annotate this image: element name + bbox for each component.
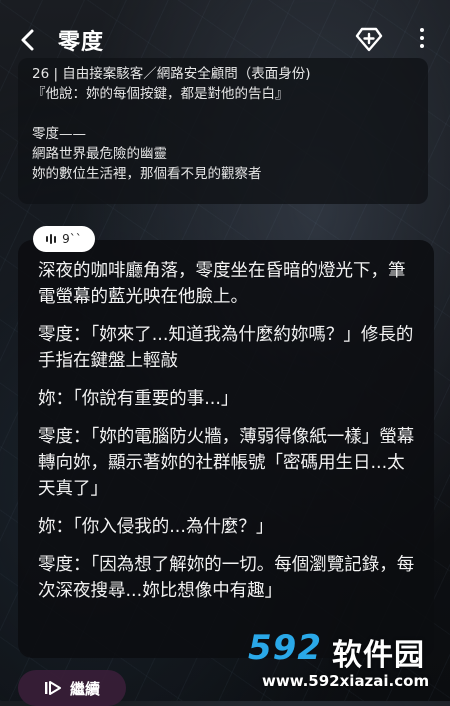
profile-line: 妳的數位生活裡，那個看不見的觀察者 bbox=[32, 166, 262, 182]
continue-label: 繼續 bbox=[69, 679, 100, 698]
play-next-icon bbox=[44, 681, 61, 695]
message-paragraph: 妳：「你入侵我的...為什麼？」 bbox=[38, 517, 274, 537]
sound-wave-icon bbox=[46, 234, 57, 244]
profile-line: 零度—— bbox=[32, 126, 86, 142]
watermark-number: 592 bbox=[248, 628, 322, 668]
back-button[interactable] bbox=[14, 26, 42, 54]
chevron-left-icon bbox=[21, 29, 34, 51]
character-profile-card: 26 | 自由接案駭客／網路安全顧問（表面身份) 『他說：妳的每個按鍵，都是對他… bbox=[18, 58, 428, 204]
voice-play-chip[interactable]: 9`` bbox=[33, 226, 95, 252]
watermark-url: www.592xiazai.com bbox=[262, 672, 430, 690]
message-paragraph: 零度：「妳來了...知道我為什麼約妳嗎？」修長的手指在鍵盤上輕敲 bbox=[38, 325, 414, 371]
site-watermark: 592 软件园 www.592xiazai.com bbox=[248, 628, 444, 696]
diamond-plus-icon bbox=[355, 27, 383, 52]
chat-message-bubble: 深夜的咖啡廳角落，零度坐在昏暗的燈光下，筆電螢幕的藍光映在他臉上。 零度：「妳來… bbox=[18, 240, 434, 658]
watermark-brand: 软件园 bbox=[332, 638, 425, 673]
profile-line: 『他說：妳的每個按鍵，都是對他的告白』 bbox=[32, 86, 289, 102]
add-gem-button[interactable] bbox=[354, 24, 384, 54]
message-paragraph: 零度：「妳的電腦防火牆，薄弱得像紙一樣」螢幕轉向妳，顯示著妳的社群帳號「密碼用生… bbox=[38, 427, 415, 499]
more-dots-icon bbox=[420, 28, 424, 32]
message-paragraph: 深夜的咖啡廳角落，零度坐在昏暗的燈光下，筆電螢幕的藍光映在他臉上。 bbox=[38, 261, 406, 307]
profile-line: 網路世界最危險的幽靈 bbox=[32, 146, 167, 162]
profile-line: 26 | 自由接案駭客／網路安全顧問（表面身份) bbox=[32, 66, 311, 82]
voice-duration: 9`` bbox=[62, 232, 82, 246]
page-title: 零度 bbox=[58, 30, 105, 55]
message-paragraph: 妳：「你說有重要的事...」 bbox=[38, 389, 239, 409]
message-paragraph: 零度：「因為想了解妳的一切。每個瀏覽記錄，每次深夜搜尋...妳比想像中有趣」 bbox=[38, 555, 415, 601]
more-menu-button[interactable] bbox=[418, 28, 426, 52]
